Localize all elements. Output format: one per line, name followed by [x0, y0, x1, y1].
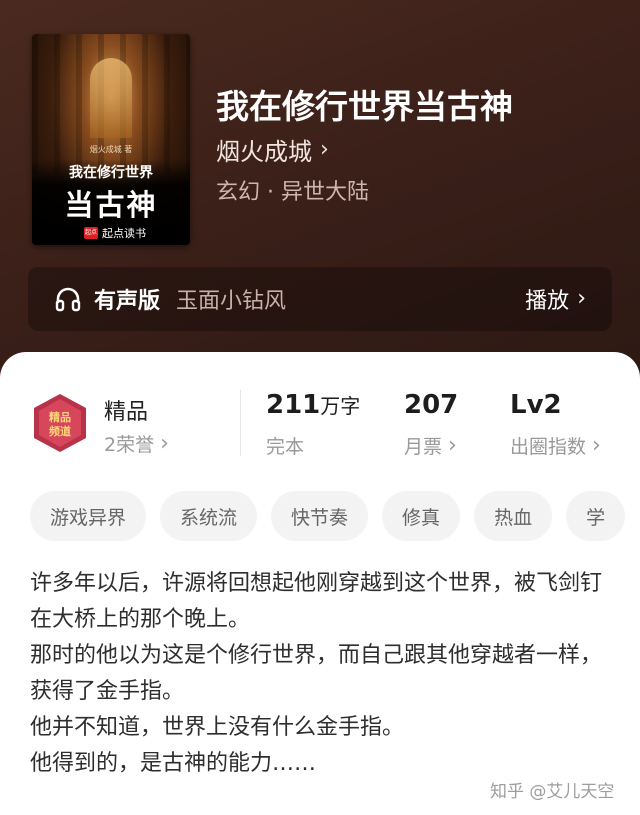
book-title: 我在修行世界当古神: [216, 87, 513, 126]
publisher-name: 起点读书: [102, 227, 146, 240]
play-label: 播放: [525, 289, 570, 314]
tag-chip[interactable]: 学: [566, 491, 626, 541]
cover-title-line2: 当古神: [64, 188, 158, 222]
watermark: 知乎 @艾儿天空: [490, 782, 615, 802]
completion-status-label: 完本: [266, 436, 305, 458]
description-paragraph: 那时的他以为这是个修行世界，而自己跟其他穿越者一样，获得了金手指。: [30, 643, 603, 704]
completion-status: 完本: [266, 432, 304, 459]
book-genre: 玄幻 · 异世大陆: [216, 180, 369, 205]
tag-chip[interactable]: 修真: [382, 491, 461, 541]
chevron-right-icon: ›: [320, 136, 329, 162]
audiobook-label: 有声版: [94, 289, 161, 314]
book-cover[interactable]: 烟火成城 著 我在修行世界 当古神 起点 起点读书: [32, 34, 190, 245]
chevron-right-icon: ›: [577, 286, 586, 311]
narrator-name: 玉面小钻风: [176, 289, 287, 314]
book-description[interactable]: 许多年以后，许源将回想起他刚穿越到这个世界，被飞剑钉在大桥上的那个晚上。 那时的…: [30, 566, 610, 782]
audiobook-bar[interactable]: 有声版 玉面小钻风 播放 ›: [28, 267, 612, 331]
svg-text:频道: 频道: [49, 424, 71, 438]
headphones-icon: [55, 287, 81, 312]
svg-text:精品: 精品: [49, 410, 71, 424]
chevron-right-icon: ›: [448, 432, 457, 458]
monthly-tickets-link[interactable]: 月票 ›: [404, 432, 457, 459]
cover-title-line1: 我在修行世界: [69, 165, 153, 181]
tag-chip[interactable]: 系统流: [160, 491, 258, 541]
tag-chip[interactable]: 游戏异界: [30, 491, 147, 541]
honors-count: 2荣誉: [104, 434, 155, 456]
popularity-index-link[interactable]: 出圈指数 ›: [510, 432, 601, 459]
word-count-unit: 万字: [320, 394, 361, 418]
author-name: 烟火成城: [216, 138, 312, 166]
play-button[interactable]: 播放 ›: [525, 283, 586, 315]
chevron-right-icon: ›: [160, 430, 169, 456]
cover-publisher: 起点 起点读书: [84, 225, 146, 241]
word-count-value: 211: [266, 390, 321, 420]
popularity-level-value: Lv2: [510, 390, 562, 420]
premium-badge-icon[interactable]: 精品 频道: [30, 392, 90, 454]
publisher-logo-icon: 起点: [84, 227, 98, 239]
author-link[interactable]: 烟火成城 ›: [216, 132, 329, 167]
tag-chip[interactable]: 快节奏: [271, 491, 369, 541]
cover-author: 烟火成城 著: [89, 145, 133, 154]
chevron-right-icon: ›: [592, 432, 601, 458]
book-header: 烟火成城 著 我在修行世界 当古神 起点 起点读书 我在修行世界当古神 烟火成城…: [0, 0, 640, 400]
cover-art-light: [90, 58, 132, 138]
tag-chip[interactable]: 热血: [474, 491, 553, 541]
tag-list: 游戏异界 系统流 快节奏 修真 热血 学: [30, 491, 626, 541]
monthly-tickets-value: 207: [404, 390, 459, 420]
monthly-tickets-label: 月票: [404, 436, 443, 458]
stats-divider: [240, 390, 241, 456]
quality-label: 精品: [104, 400, 149, 425]
description-paragraph: 许多年以后，许源将回想起他刚穿越到这个世界，被飞剑钉在大桥上的那个晚上。: [30, 571, 603, 632]
honors-link[interactable]: 2荣誉 ›: [104, 430, 169, 457]
popularity-index-label: 出圈指数: [510, 436, 587, 458]
word-count: 211万字: [266, 390, 360, 420]
description-paragraph: 他并不知道，世界上没有什么金手指。: [30, 715, 405, 740]
